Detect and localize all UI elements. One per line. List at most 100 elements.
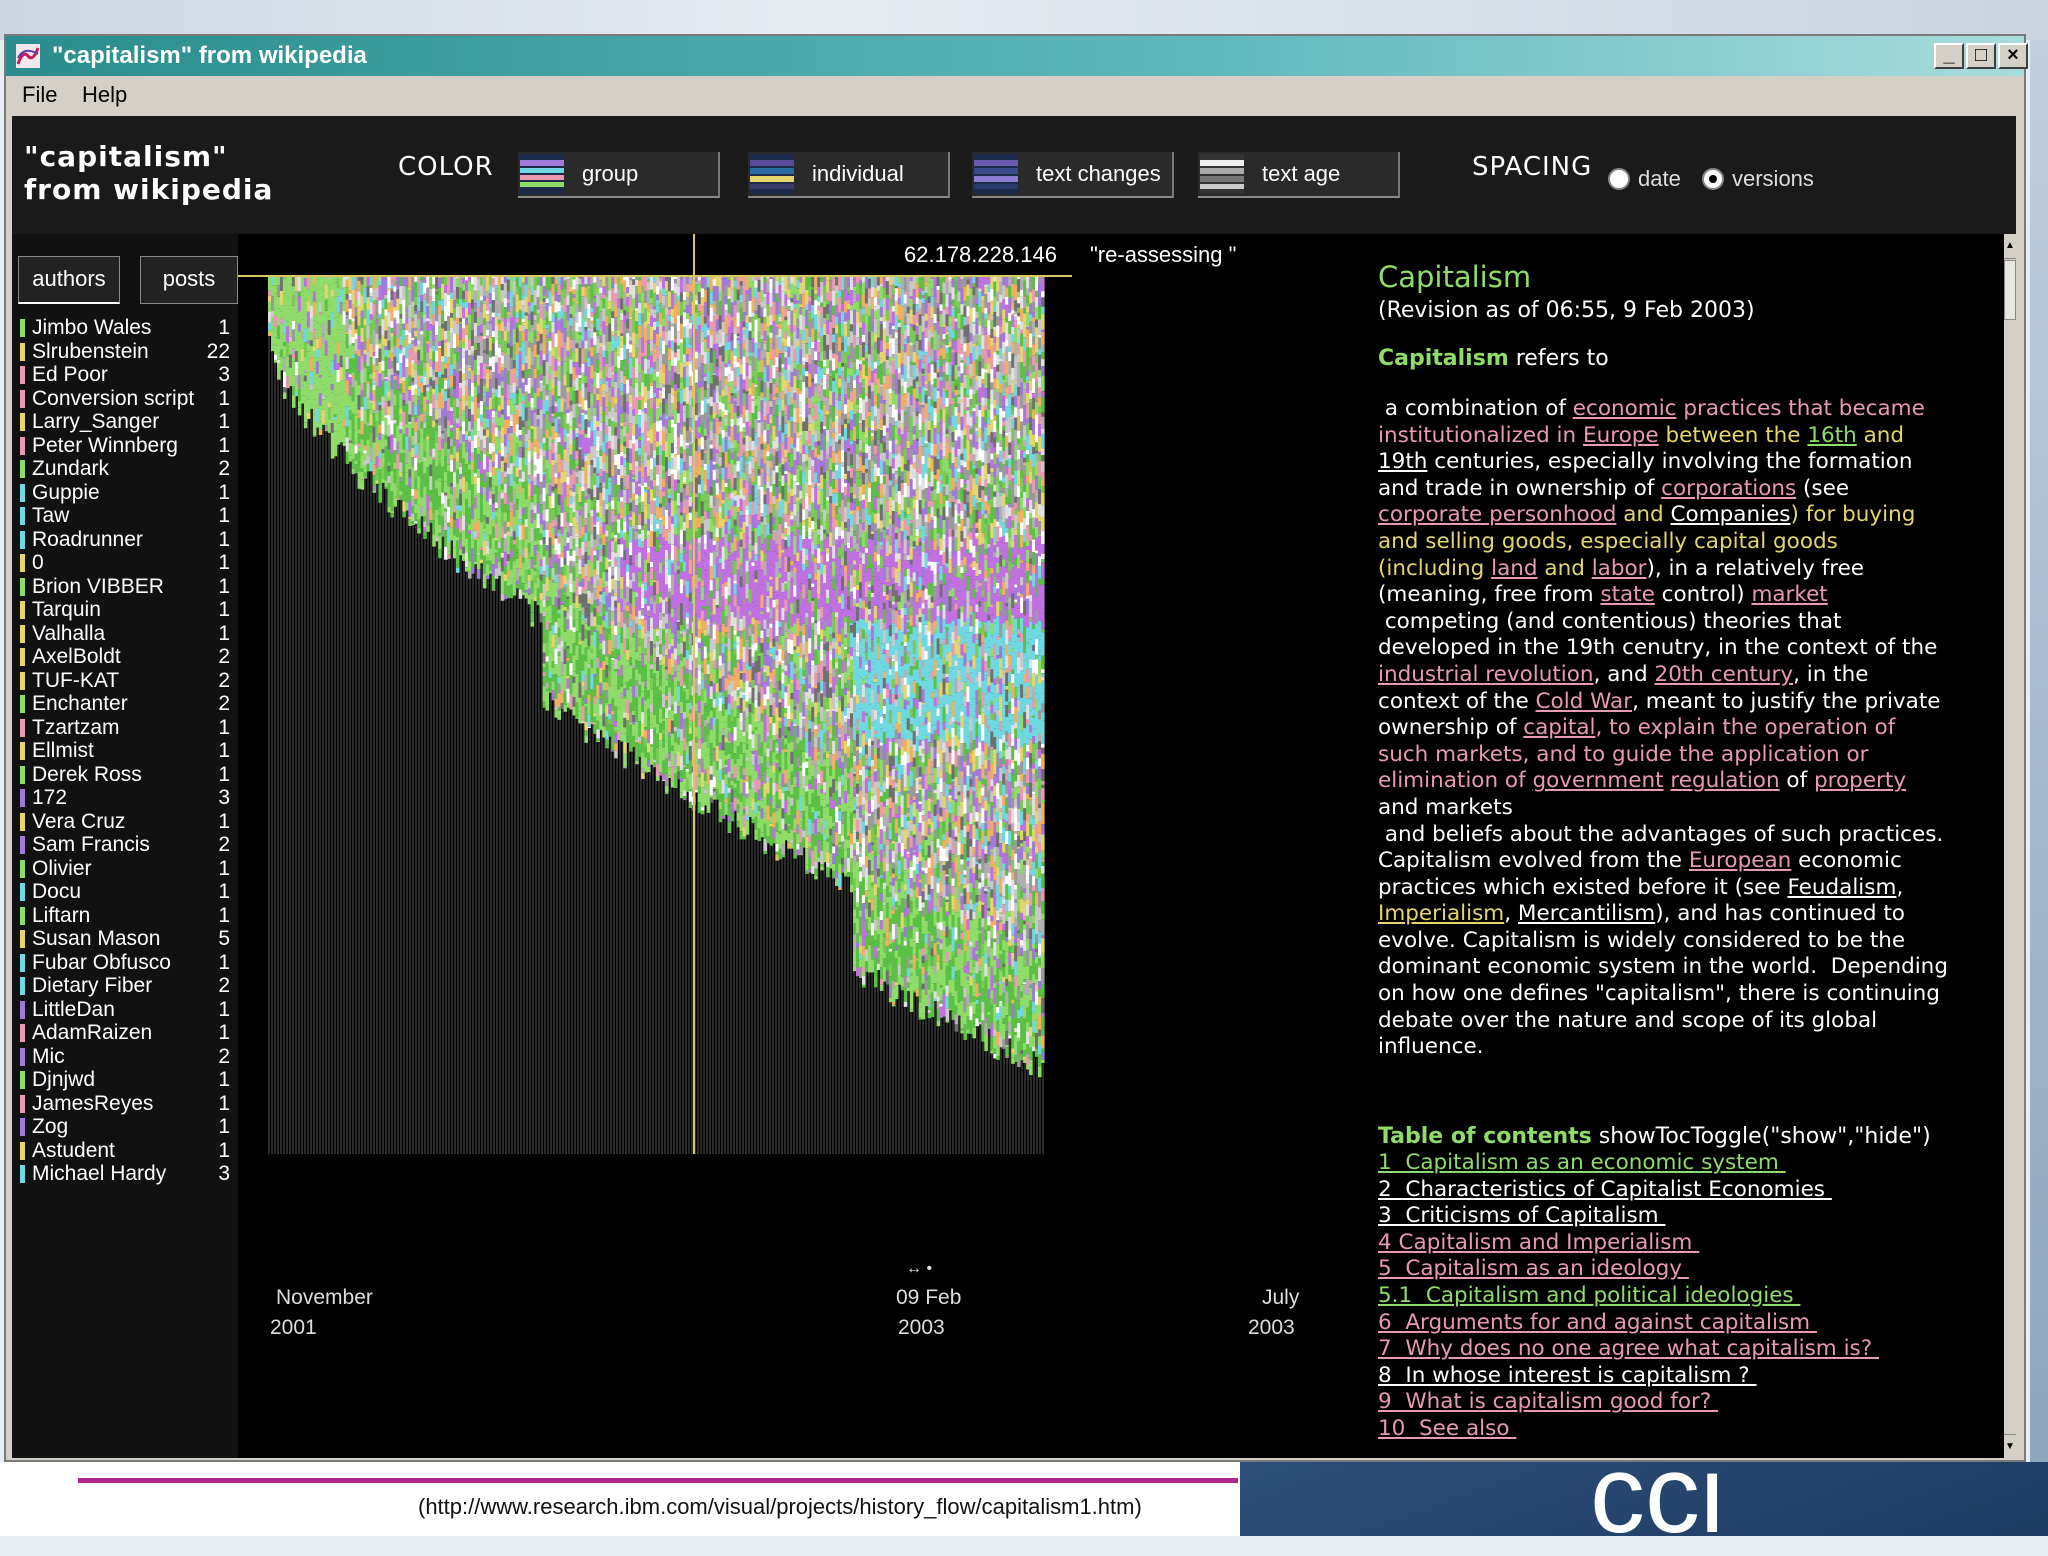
article-link[interactable]: industrial revolution — [1378, 662, 1594, 687]
article-text: and — [1857, 423, 1904, 448]
article-link[interactable]: state — [1600, 582, 1654, 607]
article-link[interactable]: Cold War — [1536, 689, 1633, 714]
article-text: and selling goods, especially capital go… — [1378, 529, 1838, 554]
article-link[interactable]: Companies — [1671, 502, 1791, 527]
toc-link[interactable]: 10 See also — [1378, 1416, 1516, 1442]
article-link[interactable]: Mercantilism — [1518, 901, 1655, 926]
close-button[interactable]: × — [1998, 43, 2028, 69]
article-intro: Capitalism refers to — [1378, 346, 1609, 371]
article-link[interactable]: European — [1689, 848, 1791, 873]
toc-link[interactable]: 2 Characteristics of Capitalist Economie… — [1378, 1177, 1832, 1203]
article-line: institutionalized in Europe between the … — [1378, 423, 2004, 450]
maximize-button[interactable]: □ — [1966, 43, 1996, 69]
toc-link[interactable]: 1 Capitalism as an economic system — [1378, 1150, 1786, 1176]
author-color-swatch — [20, 1118, 25, 1136]
article-line: and markets — [1378, 795, 2004, 822]
toc-link[interactable]: 7 Why does no one agree what capitalism … — [1378, 1336, 1879, 1362]
article-link[interactable]: Imperialism — [1378, 901, 1504, 926]
article-link[interactable]: 16th — [1807, 423, 1856, 448]
article-link[interactable]: market — [1751, 582, 1827, 607]
article-body: a combination of economic practices that… — [1378, 396, 2004, 1061]
toc-heading-rest: showTocToggle("show","hide") — [1592, 1124, 1931, 1149]
minimize-button[interactable]: _ — [1934, 43, 1964, 69]
article-line: a combination of economic practices that… — [1378, 396, 2004, 423]
article-text-panel[interactable]: Capitalism (Revision as of 06:55, 9 Feb … — [1348, 234, 2004, 1458]
article-line: context of the Cold War, meant to justif… — [1378, 689, 2004, 716]
app-window: "capitalism" from wikipedia _ □ × File H… — [4, 34, 2026, 1462]
spacing-date-radio[interactable] — [1608, 168, 1630, 190]
tab-authors[interactable]: authors — [18, 256, 120, 304]
window-titlebar[interactable]: "capitalism" from wikipedia _ □ × — [6, 36, 2024, 76]
menu-help[interactable]: Help — [82, 82, 127, 108]
article-link[interactable]: 19th — [1378, 449, 1427, 474]
slide-background-right — [2030, 40, 2048, 1462]
cursor-drag-handle-icon[interactable]: ↔ • — [906, 1260, 932, 1278]
article-line: and selling goods, especially capital go… — [1378, 529, 2004, 556]
scroll-down-arrow-icon[interactable]: ▼ — [2004, 1434, 2016, 1459]
color-mode-individual-button[interactable]: individual — [748, 152, 950, 198]
article-link[interactable]: corporations — [1661, 476, 1796, 501]
color-mode-group-button[interactable]: group — [518, 152, 720, 198]
history-flow-visualization[interactable]: 62.178.228.146 "re-assessing " November … — [238, 234, 1348, 1458]
author-color-swatch — [20, 413, 25, 431]
article-line: industrial revolution, and 20th century,… — [1378, 662, 2004, 689]
article-line: and beliefs about the advantages of such… — [1378, 822, 2004, 849]
article-link[interactable]: Europe — [1583, 423, 1659, 448]
toc-heading-bold: Table of contents — [1378, 1124, 1592, 1149]
toc-link[interactable]: 8 In whose interest is capitalism ? — [1378, 1363, 1757, 1389]
article-line: influence. — [1378, 1034, 2004, 1061]
toc-link[interactable]: 4 Capitalism and Imperialism — [1378, 1230, 1699, 1256]
toc-link[interactable]: 6 Arguments for and against capitalism — [1378, 1310, 1817, 1336]
article-text: centuries, especially involving the form… — [1427, 449, 1912, 474]
article-text: , and — [1594, 662, 1655, 687]
article-line: on how one defines "capitalism", there i… — [1378, 981, 2004, 1008]
article-title: Capitalism — [1378, 260, 1531, 294]
spacing-versions-label[interactable]: versions — [1732, 166, 1814, 192]
article-text: (meaning, free from — [1378, 582, 1600, 607]
article-text: (including — [1378, 556, 1491, 581]
article-text: elimination of — [1378, 768, 1532, 793]
toc-link[interactable]: 5 Capitalism as an ideology — [1378, 1256, 1689, 1282]
history-flow-chart[interactable] — [238, 234, 1348, 1458]
author-color-swatch — [20, 601, 25, 619]
article-link[interactable]: economic — [1573, 396, 1677, 421]
text-scrollbar[interactable]: ▲ ▼ — [2004, 234, 2016, 1458]
color-mode-label: text age — [1262, 161, 1340, 187]
menu-file[interactable]: File — [22, 82, 57, 108]
tab-posts[interactable]: posts — [140, 256, 238, 304]
article-link[interactable]: property — [1814, 768, 1906, 793]
axis-end-year: 2003 — [1248, 1316, 1295, 1340]
text-changes-mode-icon — [974, 154, 1018, 194]
axis-start-month: November — [276, 1286, 373, 1310]
menu-bar: File Help — [6, 76, 2024, 114]
history-flow-app: "capitalism" from wikipedia COLOR group — [12, 116, 2016, 1458]
scroll-thumb[interactable] — [2004, 260, 2016, 320]
article-link[interactable]: government — [1532, 768, 1663, 793]
author-color-swatch — [20, 390, 25, 408]
spacing-versions-radio[interactable] — [1702, 168, 1724, 190]
control-header: "capitalism" from wikipedia COLOR group — [12, 116, 2016, 234]
toc-link[interactable]: 5.1 Capitalism and political ideologies — [1378, 1283, 1800, 1309]
article-link[interactable]: corporate personhood — [1378, 502, 1616, 527]
author-row[interactable]: Michael Hardy3 — [12, 1160, 238, 1190]
toc-link[interactable]: 9 What is capitalism good for? — [1378, 1389, 1718, 1415]
article-link[interactable]: capital — [1523, 715, 1595, 740]
color-mode-text-age-button[interactable]: text age — [1198, 152, 1400, 198]
toc-link[interactable]: 3 Criticisms of Capitalism — [1378, 1203, 1665, 1229]
spacing-label: SPACING — [1472, 152, 1592, 182]
spacing-date-label[interactable]: date — [1638, 166, 1681, 192]
article-line: debate over the nature and scope of its … — [1378, 1008, 2004, 1035]
color-mode-text-changes-button[interactable]: text changes — [972, 152, 1174, 198]
document-title: "capitalism" from wikipedia — [24, 140, 273, 206]
scroll-up-arrow-icon[interactable]: ▲ — [2004, 234, 2016, 259]
article-text: ), in a relatively free — [1647, 556, 1865, 581]
article-link[interactable]: regulation — [1670, 768, 1779, 793]
article-link[interactable]: land — [1491, 556, 1537, 581]
article-text: of — [1780, 768, 1814, 793]
article-text: (see — [1796, 476, 1849, 501]
text-age-mode-icon — [1200, 154, 1244, 194]
article-link[interactable]: Feudalism — [1787, 875, 1896, 900]
article-link[interactable]: labor — [1592, 556, 1647, 581]
article-line: practices which existed before it (see F… — [1378, 875, 2004, 902]
article-link[interactable]: 20th century — [1655, 662, 1794, 687]
